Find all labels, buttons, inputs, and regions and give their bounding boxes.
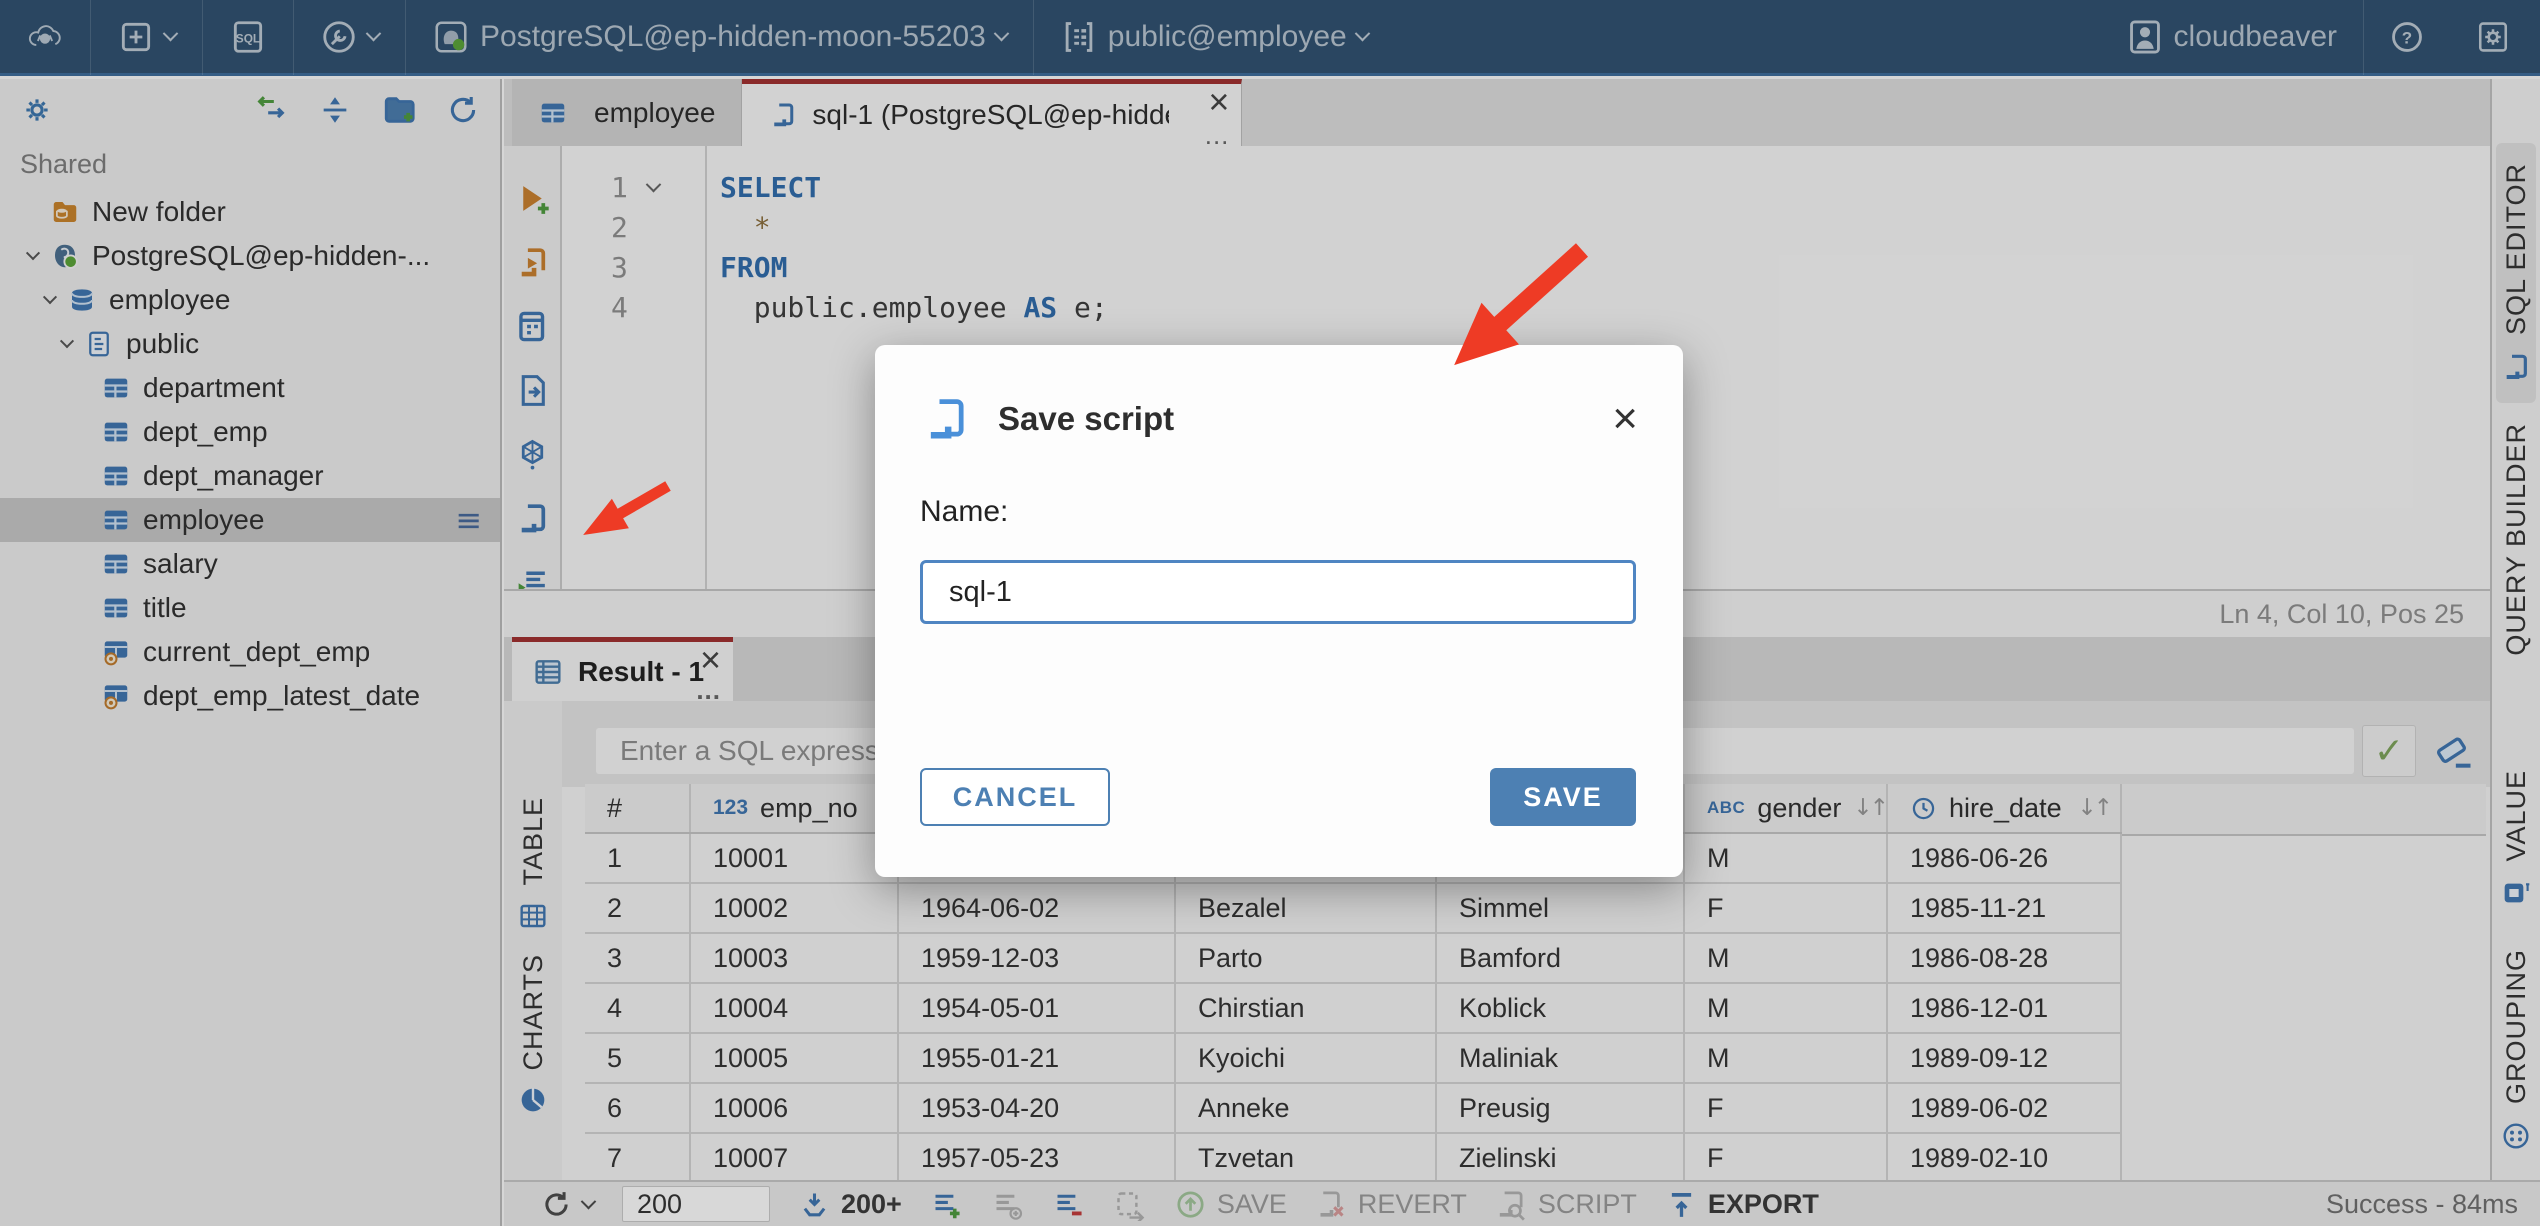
save-script-dialog: Save script × Name: CANCEL SAVE bbox=[875, 345, 1683, 877]
save-script-icon bbox=[930, 399, 964, 439]
script-name-input[interactable] bbox=[920, 560, 1636, 624]
dialog-title: Save script bbox=[998, 400, 1175, 437]
save-button[interactable]: SAVE bbox=[1490, 768, 1636, 826]
name-label: Name: bbox=[920, 495, 1009, 528]
cancel-button[interactable]: CANCEL bbox=[920, 768, 1110, 826]
close-icon[interactable]: × bbox=[1612, 397, 1638, 441]
